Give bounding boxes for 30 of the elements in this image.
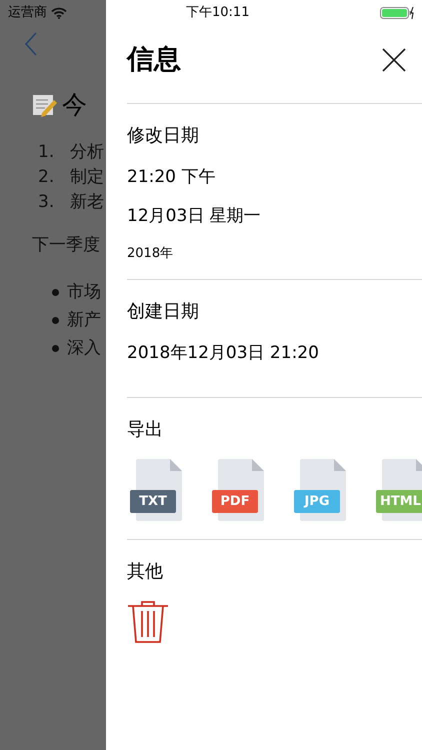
date-text: 12月03日 星期一 xyxy=(127,205,262,228)
section-heading: 创建日期 xyxy=(127,300,200,324)
battery-charging-icon xyxy=(380,7,414,19)
carrier-name: 运营商 xyxy=(8,4,47,22)
date-text: 2018年12月03日 21:20 xyxy=(127,342,320,365)
wifi-icon xyxy=(51,7,67,19)
bullet-dot xyxy=(52,344,59,352)
section-heading: 其他 xyxy=(127,560,164,584)
list-item-text: 新产 xyxy=(67,309,101,332)
note-paragraph: 下一季度 xyxy=(32,234,101,256)
list-item-text: 制定 xyxy=(70,166,104,188)
status-time: 下午10:11 xyxy=(186,4,250,22)
bullet-dot xyxy=(52,316,59,324)
panel-title: 信息 xyxy=(127,43,181,77)
memo-pencil-icon xyxy=(32,92,58,117)
list-item-text: 市场 xyxy=(67,281,101,304)
list-number: 2. xyxy=(38,166,54,188)
list-number: 1. xyxy=(38,140,54,164)
list-number: 3. xyxy=(38,190,54,214)
note-title: 今 xyxy=(62,89,87,121)
list-item-text: 分析 xyxy=(70,140,104,164)
section-heading: 导出 xyxy=(127,418,164,442)
list-item-text: 深入 xyxy=(67,337,101,360)
bullet-dot xyxy=(52,288,59,296)
year-text: 2018年 xyxy=(127,244,174,262)
list-item-text: 新老 xyxy=(70,190,104,214)
date-text: 21:20 下午 xyxy=(127,166,216,188)
section-heading: 修改日期 xyxy=(127,124,200,148)
close-icon[interactable] xyxy=(382,48,406,72)
trash-icon[interactable] xyxy=(127,600,169,642)
